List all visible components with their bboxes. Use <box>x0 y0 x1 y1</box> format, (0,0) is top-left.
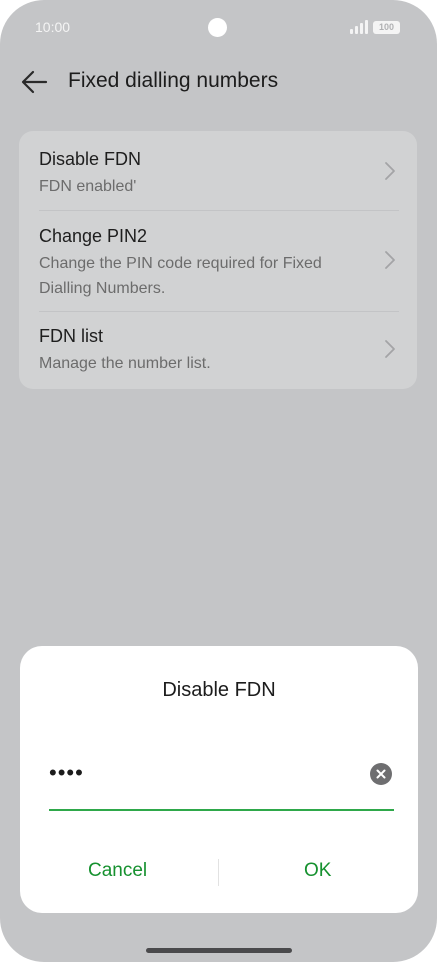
setting-subtitle: FDN enabled' <box>39 178 137 195</box>
home-indicator[interactable] <box>146 948 292 953</box>
front-camera <box>208 18 227 37</box>
signal-icon <box>350 20 368 34</box>
ok-button[interactable]: OK <box>304 860 331 882</box>
app-bar: Fixed dialling numbers <box>0 58 437 106</box>
status-time: 10:00 <box>35 19 71 35</box>
setting-title: Disable FDN <box>39 149 142 169</box>
chevron-right-icon <box>383 161 397 181</box>
setting-disable-fdn[interactable]: Disable FDN FDN enabled' <box>19 131 417 211</box>
pin2-input-value: •••• <box>49 760 84 785</box>
chevron-right-icon <box>383 250 397 270</box>
setting-subtitle: Change the PIN code required for Fixed D… <box>39 255 322 297</box>
status-bar: 10:00 100 <box>0 0 437 56</box>
cancel-button[interactable]: Cancel <box>88 860 147 882</box>
page-title: Fixed dialling numbers <box>68 69 279 92</box>
dialog-title: Disable FDN <box>162 679 276 701</box>
chevron-right-icon <box>383 339 397 359</box>
back-arrow-icon[interactable] <box>16 64 52 100</box>
setting-title: FDN list <box>39 326 103 346</box>
button-divider <box>218 859 219 886</box>
setting-subtitle: Manage the number list. <box>39 355 211 372</box>
setting-title: Change PIN2 <box>39 226 148 246</box>
phone-screen: 10:00 100 Fixed dialling numbers Disable… <box>0 0 437 962</box>
settings-card: Disable FDN FDN enabled' Change PIN2 Cha… <box>19 131 417 389</box>
input-underline <box>49 809 394 811</box>
pin2-input[interactable]: •••• <box>49 758 394 811</box>
disable-fdn-dialog: Disable FDN •••• Cancel OK <box>20 646 418 913</box>
clear-icon[interactable] <box>370 763 392 785</box>
battery-icon: 100 <box>373 21 400 34</box>
setting-change-pin2[interactable]: Change PIN2 Change the PIN code required… <box>19 211 417 311</box>
setting-fdn-list[interactable]: FDN list Manage the number list. <box>19 312 417 389</box>
